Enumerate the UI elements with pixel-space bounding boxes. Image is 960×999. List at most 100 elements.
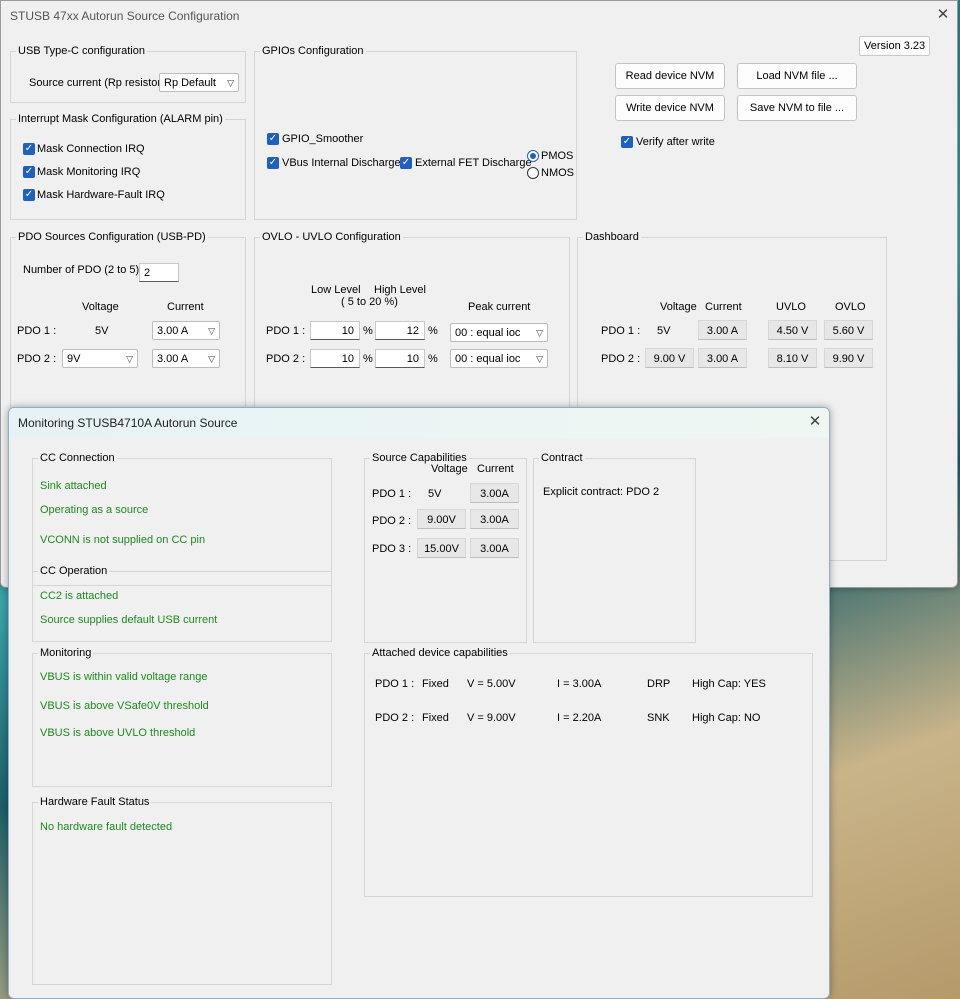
source-current-label: Source current (Rp resistor) — [29, 77, 165, 89]
ovlo-pdo1-peak-select[interactable]: 00 : equal ioc ▽ — [450, 323, 548, 342]
src-caps-current-header: Current — [477, 463, 514, 475]
chevron-down-icon: ▽ — [208, 326, 215, 336]
dash-voltage-header: Voltage — [660, 301, 697, 313]
source-current-select[interactable]: Rp Default ▽ — [159, 73, 239, 92]
ext-fet-label: External FET Discharge — [415, 157, 532, 169]
dash-pdo2-label: PDO 2 : — [601, 353, 641, 365]
contract-label: Contract — [539, 452, 585, 464]
write-nvm-button[interactable]: Write device NVM — [615, 95, 725, 121]
monitor-titlebar[interactable]: Monitoring STUSB4710A Autorun Source ✕ — [9, 408, 829, 438]
cc-op-line-2: Source supplies default USB current — [40, 614, 218, 626]
att-pdo2-role: SNK — [647, 712, 670, 724]
pdo2-label: PDO 2 : — [17, 353, 57, 365]
verify-checkbox[interactable]: ✓ — [621, 136, 633, 148]
main-close-icon[interactable]: ✕ — [933, 5, 953, 25]
vbus-discharge-checkbox[interactable]: ✓ — [267, 157, 279, 169]
ovlo-pdo1-low-input[interactable]: 10 — [310, 321, 360, 340]
pdo-voltage-header: Voltage — [82, 301, 119, 313]
dash-pdo2-uvlo: 8.10 V — [768, 348, 817, 368]
contract-text: Explicit contract: PDO 2 — [543, 486, 660, 498]
ovlo-pdo1-peak-value: 00 : equal ioc — [455, 327, 521, 339]
dash-pdo1-current: 3.00 A — [698, 320, 747, 340]
dash-uvlo-header: UVLO — [776, 301, 806, 313]
chevron-down-icon: ▽ — [227, 78, 234, 88]
att-pdo2-cap: High Cap: NO — [692, 712, 761, 724]
usbc-group-label: USB Type-C configuration — [16, 45, 147, 57]
src-pdo1-current: 3.00A — [470, 483, 519, 503]
ovlo-pdo2-low-input[interactable]: 10 — [310, 349, 360, 368]
verify-label: Verify after write — [636, 136, 715, 148]
pmos-label: PMOS — [541, 150, 574, 162]
src-pdo2-voltage: 9.00V — [417, 509, 466, 529]
mask-connection-checkbox[interactable]: ✓ — [23, 143, 35, 155]
pct-sign: % — [363, 353, 373, 365]
monitor-close-icon[interactable]: ✕ — [805, 412, 825, 432]
att-pdo2-label: PDO 2 : — [375, 712, 415, 724]
low-level-header: Low Level — [311, 284, 361, 296]
nmos-radio[interactable] — [527, 167, 539, 179]
dash-current-header: Current — [705, 301, 742, 313]
monitoring-line-1: VBUS is within valid voltage range — [40, 671, 208, 683]
ovlo-group-label: OVLO - UVLO Configuration — [260, 231, 403, 243]
cc-operation-label: CC Operation — [38, 565, 110, 577]
chevron-down-icon: ▽ — [208, 354, 215, 364]
monitoring-label: Monitoring — [38, 647, 94, 659]
monitor-window: Monitoring STUSB4710A Autorun Source ✕ C… — [8, 407, 830, 999]
pdo1-current-select[interactable]: 3.00 A ▽ — [152, 321, 220, 340]
version-label: Version 3.23 — [859, 36, 931, 56]
ovlo-pdo2-high-input[interactable]: 10 — [375, 349, 425, 368]
nmos-label: NMOS — [541, 167, 574, 179]
irq-group-label: Interrupt Mask Configuration (ALARM pin) — [16, 113, 225, 125]
pct-sign: % — [428, 325, 438, 337]
att-pdo1-v: V = 5.00V — [467, 678, 516, 690]
mask-hwfault-checkbox[interactable]: ✓ — [23, 189, 35, 201]
mask-monitoring-checkbox[interactable]: ✓ — [23, 166, 35, 178]
dash-pdo1-voltage: 5V — [657, 325, 671, 337]
monitoring-line-2: VBUS is above VSafe0V threshold — [40, 700, 209, 712]
pdo2-voltage-select[interactable]: 9V ▽ — [62, 349, 138, 368]
dash-pdo2-voltage: 9.00 V — [645, 348, 694, 368]
num-pdo-input[interactable]: 2 — [139, 263, 179, 282]
pmos-radio[interactable] — [527, 150, 539, 162]
src-pdo3-label: PDO 3 : — [372, 543, 412, 555]
dash-pdo2-current: 3.00 A — [698, 348, 747, 368]
vbus-discharge-label: VBus Internal Discharge — [282, 157, 401, 169]
cc-conn-line-3: VCONN is not supplied on CC pin — [40, 534, 206, 546]
att-pdo2-i: I = 2.20A — [557, 712, 602, 724]
read-nvm-button[interactable]: Read device NVM — [615, 63, 725, 89]
dash-pdo1-uvlo: 4.50 V — [768, 320, 817, 340]
pdo-current-header: Current — [167, 301, 204, 313]
dash-pdo1-ovlo: 5.60 V — [824, 320, 873, 340]
dash-ovlo-header: OVLO — [835, 301, 866, 313]
save-nvm-button[interactable]: Save NVM to file ... — [737, 95, 857, 121]
pdo2-voltage-value: 9V — [67, 353, 81, 365]
pdo1-current-value: 3.00 A — [157, 325, 189, 337]
cc-conn-line-2: Operating as a source — [40, 504, 149, 516]
src-pdo1-voltage: 5V — [428, 488, 442, 500]
high-level-header: High Level — [374, 284, 426, 296]
cc-operation-group: CC Operation — [32, 565, 332, 642]
peak-current-header: Peak current — [468, 301, 531, 313]
main-titlebar[interactable]: STUSB 47xx Autorun Source Configuration … — [1, 1, 957, 31]
ovlo-pdo1-high-input[interactable]: 12 — [375, 321, 425, 340]
src-caps-voltage-header: Voltage — [431, 463, 468, 475]
gpio-smoother-checkbox[interactable]: ✓ — [267, 133, 279, 145]
gpio-group-label: GPIOs Configuration — [260, 45, 366, 57]
ovlo-pdo2-peak-select[interactable]: 00 : equal ioc ▽ — [450, 349, 548, 368]
pct-sign: % — [363, 325, 373, 337]
chevron-down-icon: ▽ — [126, 354, 133, 364]
att-pdo1-role: DRP — [647, 678, 671, 690]
src-pdo3-voltage: 15.00V — [417, 538, 466, 558]
load-nvm-button[interactable]: Load NVM file ... — [737, 63, 857, 89]
att-pdo1-cap: High Cap: YES — [692, 678, 766, 690]
ovlo-pdo2-peak-value: 00 : equal ioc — [455, 353, 521, 365]
cc-conn-line-1: Sink attached — [40, 480, 107, 492]
mask-monitoring-label: Mask Monitoring IRQ — [37, 166, 141, 178]
mask-connection-label: Mask Connection IRQ — [37, 143, 145, 155]
att-pdo1-i: I = 3.00A — [557, 678, 602, 690]
mask-hwfault-label: Mask Hardware-Fault IRQ — [37, 189, 165, 201]
pdo2-current-select[interactable]: 3.00 A ▽ — [152, 349, 220, 368]
ext-fet-checkbox[interactable]: ✓ — [400, 157, 412, 169]
num-pdo-label: Number of PDO (2 to 5) — [23, 264, 140, 276]
pdo-group-label: PDO Sources Configuration (USB-PD) — [16, 231, 208, 243]
